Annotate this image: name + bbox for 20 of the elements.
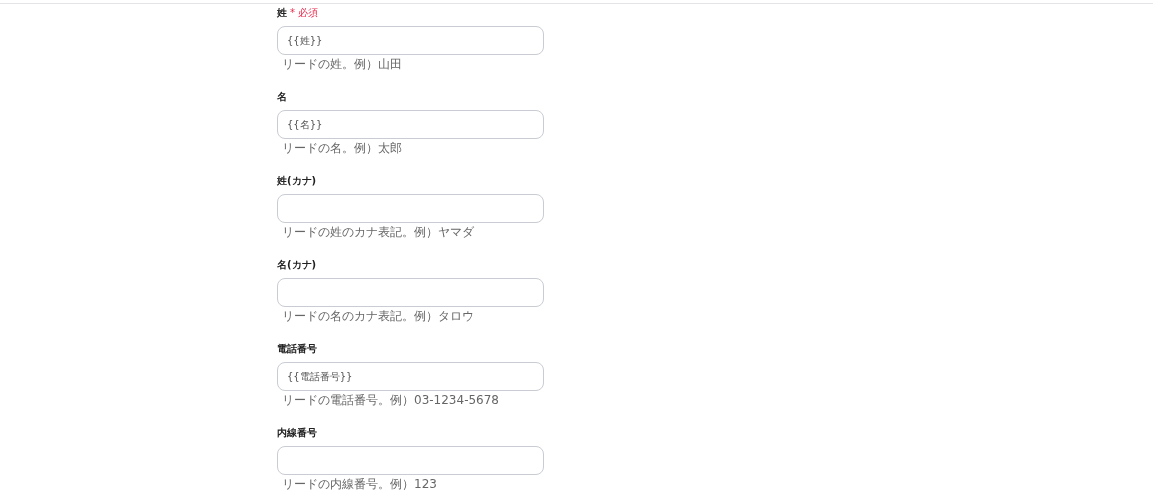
- text-field[interactable]: [277, 194, 544, 223]
- field-hint: リードの名。例）太郎: [281, 141, 403, 156]
- field-hint: リードの姓。例）山田: [281, 57, 403, 72]
- text-field[interactable]: {{姓}}: [277, 26, 544, 55]
- text-field[interactable]: {{電話番号}}: [277, 362, 544, 391]
- field-label: 電話番号: [277, 342, 317, 356]
- field-label: 名(カナ): [277, 258, 317, 272]
- required-label: 必須: [298, 6, 318, 20]
- field-hint: リードの名のカナ表記。例）タロウ: [281, 309, 475, 324]
- field-hint: リードの電話番号。例）03-1234-5678: [281, 393, 500, 408]
- field-label: 名: [277, 90, 287, 104]
- field-hint: リードの内線番号。例）123: [281, 477, 438, 492]
- field-label: 内線番号: [277, 426, 317, 440]
- field-label: 姓: [277, 6, 287, 20]
- text-field[interactable]: [277, 446, 544, 475]
- text-field[interactable]: [277, 278, 544, 307]
- text-field[interactable]: {{名}}: [277, 110, 544, 139]
- required-asterisk: *: [290, 6, 295, 20]
- field-label: 姓(カナ): [277, 174, 317, 188]
- field-hint: リードの姓のカナ表記。例）ヤマダ: [281, 225, 475, 240]
